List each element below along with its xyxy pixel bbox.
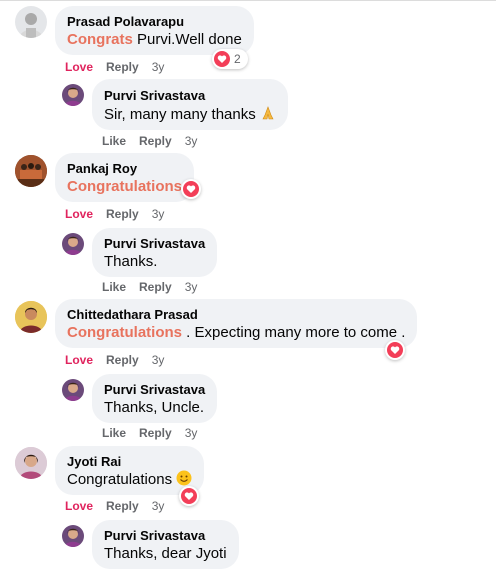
timestamp[interactable]: 3y: [152, 207, 165, 221]
like-button[interactable]: Like: [102, 426, 126, 440]
avatar[interactable]: [15, 447, 47, 479]
comment-actions: Love Reply 3y: [65, 353, 177, 367]
love-button[interactable]: Love: [65, 353, 93, 367]
reply-actions: Like Reply 3y: [102, 134, 210, 148]
avatar[interactable]: [62, 379, 84, 401]
like-button[interactable]: Like: [102, 280, 126, 294]
comment-bubble: Prasad Polavarapu Congrats Purvi.Well do…: [55, 6, 254, 55]
reply-text: Thanks, dear Jyoti: [104, 545, 227, 562]
folded-hands-icon: [260, 105, 276, 127]
comment-highlight: Congratulations: [67, 178, 182, 195]
timestamp[interactable]: 3y: [152, 499, 165, 513]
comment-highlight: Congratulations: [67, 324, 182, 341]
top-edge-divider: [0, 0, 496, 1]
reply-bubble: Purvi Srivastava Sir, many many thanks: [92, 79, 288, 130]
comment-actions: Love Reply 3y: [65, 499, 177, 513]
reply-author[interactable]: Purvi Srivastava: [104, 87, 276, 104]
avatar[interactable]: [15, 301, 47, 333]
reaction-count: 2: [234, 52, 241, 66]
reply-bubble: Purvi Srivastava Thanks, dear Jyoti: [92, 520, 239, 569]
reaction-summary[interactable]: 2: [212, 49, 248, 69]
reply-button[interactable]: Reply: [106, 353, 139, 367]
reply-bubble: Purvi Srivastava Thanks, Uncle.: [92, 374, 218, 423]
timestamp[interactable]: 3y: [152, 353, 165, 367]
heart-icon: [181, 488, 197, 504]
reply-actions: Like Reply 3y: [102, 426, 210, 440]
comment-actions: Love Reply 3y: [65, 207, 177, 221]
comment-author[interactable]: Jyoti Rai: [67, 453, 192, 470]
timestamp[interactable]: 3y: [152, 60, 165, 74]
heart-icon: [183, 181, 199, 197]
love-button[interactable]: Love: [65, 207, 93, 221]
reply-button[interactable]: Reply: [139, 280, 172, 294]
timestamp[interactable]: 3y: [185, 426, 198, 440]
avatar[interactable]: [15, 6, 47, 38]
comment-author[interactable]: Chittedathara Prasad: [67, 306, 405, 323]
reply-button[interactable]: Reply: [139, 426, 172, 440]
comment-text: Congratulations: [67, 471, 173, 488]
comment-actions: Love Reply 3y: [65, 60, 177, 74]
timestamp[interactable]: 3y: [185, 280, 198, 294]
comment-bubble: Chittedathara Prasad Congratulations . E…: [55, 299, 418, 348]
comment-author[interactable]: Prasad Polavarapu: [67, 13, 242, 30]
avatar[interactable]: [62, 84, 84, 106]
reply-author[interactable]: Purvi Srivastava: [104, 381, 205, 398]
reply-bubble: Purvi Srivastava Thanks.: [92, 228, 218, 277]
comment-highlight: Congrats: [67, 31, 133, 48]
like-button[interactable]: Like: [102, 134, 126, 148]
heart-icon: [387, 342, 403, 358]
reply-button[interactable]: Reply: [106, 207, 139, 221]
love-button[interactable]: Love: [65, 499, 93, 513]
reply-text: Thanks.: [104, 253, 158, 270]
avatar[interactable]: [62, 233, 84, 255]
reply-author[interactable]: Purvi Srivastava: [104, 235, 205, 252]
reply-actions: Like Reply 3y: [102, 280, 210, 294]
avatar[interactable]: [15, 155, 47, 187]
comment-text: . Expecting many more to come .: [182, 324, 406, 341]
comment-bubble: Pankaj Roy Congratulations: [55, 153, 194, 202]
reaction-summary[interactable]: [385, 340, 405, 360]
reply-text: Sir, many many thanks: [104, 106, 256, 123]
reaction-summary[interactable]: [179, 486, 199, 506]
reply-button[interactable]: Reply: [106, 60, 139, 74]
avatar[interactable]: [62, 525, 84, 547]
reply-author[interactable]: Purvi Srivastava: [104, 527, 227, 544]
heart-icon: [214, 51, 230, 67]
reply-button[interactable]: Reply: [139, 134, 172, 148]
reaction-summary[interactable]: [181, 179, 201, 199]
reply-button[interactable]: Reply: [106, 499, 139, 513]
love-button[interactable]: Love: [65, 60, 93, 74]
comment-author[interactable]: Pankaj Roy: [67, 160, 182, 177]
timestamp[interactable]: 3y: [185, 134, 198, 148]
reply-text: Thanks, Uncle.: [104, 399, 205, 416]
comment-text: Purvi.Well done: [132, 31, 242, 48]
